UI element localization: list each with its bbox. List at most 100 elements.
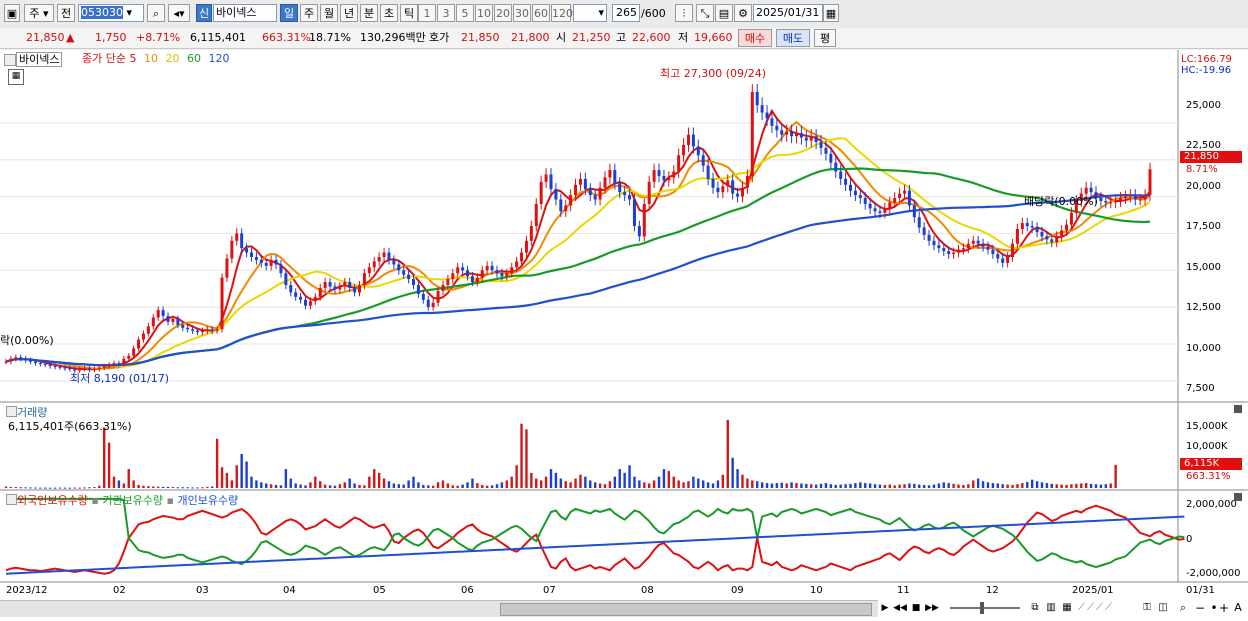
candle-icon[interactable]: ⫶ bbox=[675, 4, 693, 22]
candle-body bbox=[937, 245, 941, 249]
candle-body bbox=[520, 252, 524, 262]
code-input[interactable]: 053030 ▾ bbox=[78, 4, 144, 22]
prev-button[interactable]: 전 bbox=[57, 4, 75, 22]
candle-body bbox=[475, 277, 479, 283]
volume-bar bbox=[343, 482, 346, 488]
panel-toggle-icon[interactable] bbox=[4, 54, 16, 66]
candle-body bbox=[456, 267, 460, 274]
tab-daily[interactable]: 일 bbox=[280, 4, 298, 22]
save-icon[interactable]: ▤ bbox=[715, 4, 733, 22]
candle-body bbox=[412, 279, 416, 286]
tab-yearly[interactable]: 년 bbox=[340, 4, 358, 22]
candle-body bbox=[957, 249, 961, 253]
interval-button[interactable]: 10 bbox=[475, 4, 493, 22]
zoom-slider[interactable] bbox=[950, 602, 1020, 614]
interval-button[interactable]: 5 bbox=[456, 4, 474, 22]
candle-body bbox=[33, 361, 37, 364]
candle-body bbox=[1133, 195, 1137, 200]
candle-body bbox=[878, 211, 882, 213]
ma-legend: 종가 단순 5 10 20 60 120 bbox=[82, 52, 229, 66]
layout-icon[interactable]: ▥ bbox=[1044, 601, 1058, 615]
calculator-icon[interactable]: ▦ bbox=[8, 69, 24, 85]
type-select[interactable]: 주 ▾ bbox=[24, 4, 54, 22]
tab-monthly[interactable]: 월 bbox=[320, 4, 338, 22]
candle-body bbox=[112, 363, 116, 365]
horizontal-scrollbar[interactable] bbox=[0, 600, 878, 617]
stock-tag-badge: 신 bbox=[196, 4, 212, 22]
candle-body bbox=[578, 178, 582, 185]
evaluate-button[interactable]: 평 bbox=[814, 29, 836, 47]
close-panel-icon[interactable] bbox=[1234, 405, 1242, 413]
stop-icon[interactable]: ■ bbox=[910, 601, 922, 615]
lock-icon[interactable]: ⚿ bbox=[1140, 601, 1154, 615]
candle-body bbox=[682, 144, 686, 156]
panel-toggle-icon[interactable] bbox=[6, 494, 17, 505]
interval-button[interactable]: 1 bbox=[418, 4, 436, 22]
candle-body bbox=[372, 261, 376, 268]
stock-name-field[interactable]: 바이넥스 bbox=[213, 4, 277, 22]
candle-body bbox=[922, 227, 926, 235]
window-menu-icon[interactable]: ▣ bbox=[4, 4, 20, 22]
grid-icon[interactable]: ▦ bbox=[1060, 601, 1074, 615]
candle-body bbox=[1089, 187, 1093, 193]
tab-weekly[interactable]: 주 bbox=[300, 4, 318, 22]
candle-body bbox=[38, 363, 42, 365]
volume-bar bbox=[515, 465, 518, 488]
volume-bar bbox=[1070, 484, 1073, 488]
interval-dropdown[interactable]: ▾ bbox=[573, 4, 607, 22]
calendar-icon[interactable]: ▦ bbox=[823, 4, 839, 22]
volume-bar bbox=[672, 476, 675, 488]
tab-second[interactable]: 초 bbox=[380, 4, 398, 22]
interval-button[interactable]: 120 bbox=[551, 4, 573, 22]
drawing-tools-icon[interactable]: ⟋⟋⟋⟋ bbox=[1078, 601, 1138, 615]
volume-bar bbox=[14, 487, 18, 489]
copy-icon[interactable]: ⧉ bbox=[1028, 601, 1042, 615]
layers-icon[interactable]: ◫ bbox=[1156, 601, 1170, 615]
tab-minute[interactable]: 분 bbox=[360, 4, 378, 22]
count-input[interactable]: 265 bbox=[612, 4, 640, 22]
font-size-icon[interactable]: A bbox=[1232, 601, 1244, 615]
rewind-icon[interactable]: ◀◀ bbox=[893, 601, 907, 615]
zoom-icon[interactable]: ⌕ bbox=[1176, 601, 1190, 615]
candle-body bbox=[461, 267, 465, 271]
date-input[interactable]: 2025/01/31 bbox=[753, 4, 823, 22]
gear-icon[interactable]: ⚙ bbox=[734, 4, 752, 22]
volume-bar bbox=[765, 483, 769, 488]
volume-bar bbox=[412, 476, 415, 488]
x-tick: 05 bbox=[373, 585, 386, 596]
candle-body bbox=[804, 137, 808, 141]
volume-bar bbox=[981, 481, 985, 488]
volume-bar bbox=[250, 476, 253, 488]
candle-body bbox=[1114, 200, 1118, 203]
sound-icon[interactable]: ◂▾ bbox=[168, 4, 190, 22]
panel-toggle-icon[interactable] bbox=[6, 406, 17, 417]
zoom-slider-handle[interactable] bbox=[980, 602, 984, 614]
zoom-out-icon[interactable]: − bbox=[1194, 601, 1206, 615]
buy-button[interactable]: 매수 bbox=[738, 29, 772, 47]
candle-body bbox=[289, 285, 293, 293]
ask-price: 21,850 bbox=[461, 31, 500, 44]
draw-icon[interactable]: ⤡ bbox=[696, 4, 714, 22]
interval-button[interactable]: 20 bbox=[494, 4, 512, 22]
fast-forward-icon[interactable]: ▶▶ bbox=[925, 601, 939, 615]
search-icon[interactable]: ⌕ bbox=[147, 4, 165, 22]
scroll-right-icon[interactable]: ▶ bbox=[880, 601, 890, 615]
scrollbar-thumb[interactable] bbox=[500, 603, 872, 616]
candle-body bbox=[304, 299, 308, 306]
sell-button[interactable]: 매도 bbox=[776, 29, 810, 47]
candle-body bbox=[736, 193, 740, 197]
candle-body bbox=[706, 165, 710, 179]
volume-bar bbox=[88, 487, 91, 489]
volume-bar bbox=[1011, 484, 1014, 488]
volume-bar bbox=[721, 474, 725, 488]
tab-tick[interactable]: 틱 bbox=[400, 4, 418, 22]
volume-bar bbox=[417, 482, 420, 488]
interval-button[interactable]: 60 bbox=[532, 4, 550, 22]
high-annotation: 최고 27,300 (09/24) bbox=[660, 67, 767, 80]
interval-button[interactable]: 30 bbox=[513, 4, 531, 22]
close-panel-icon[interactable] bbox=[1234, 493, 1242, 501]
stock-chart[interactable] bbox=[0, 50, 1248, 621]
interval-button[interactable]: 3 bbox=[437, 4, 455, 22]
zoom-in-icon[interactable]: + bbox=[1218, 601, 1230, 615]
candle-body bbox=[63, 367, 67, 369]
